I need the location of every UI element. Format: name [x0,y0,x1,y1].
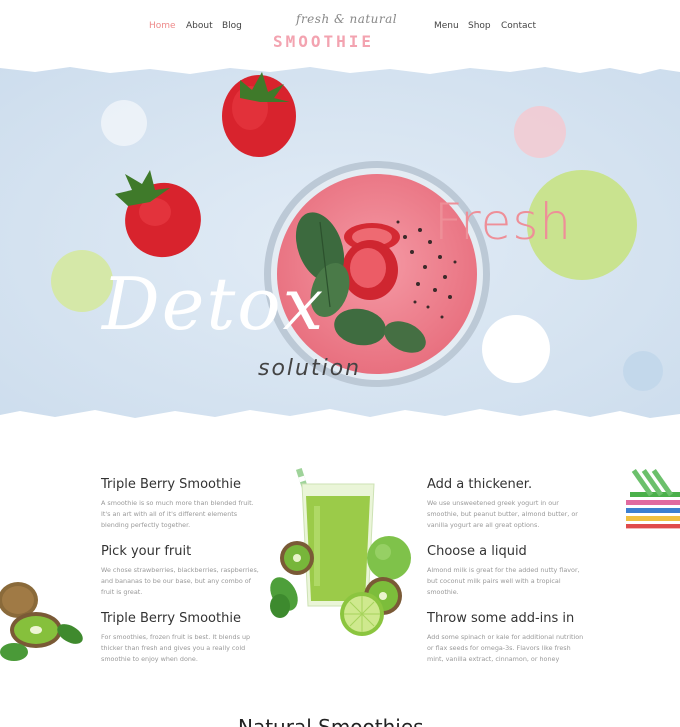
kiwi-decoration [0,582,83,661]
site-header: Home About Blog fresh & natural SMOOTHIE… [0,0,680,62]
nav-blog[interactable]: Blog [222,21,242,31]
nav-shop[interactable]: Shop [468,21,491,31]
nav-home[interactable]: Home [149,21,176,31]
logo-tagline: fresh & natural [296,12,398,26]
right-info-column: Add a thickener. We use unsweetened gree… [427,477,587,678]
right-item-title: Add a thickener. [427,477,533,492]
right-item-text: Add some spinach or kale for additional … [427,633,584,663]
left-item-title: Triple Berry Smoothie [101,477,241,492]
left-item-text: A smoothie is so much more than blended … [101,499,254,529]
right-item-text: We use unsweetened greek yogurt in our s… [427,499,578,529]
green-smoothie-image [270,468,411,636]
nav-about[interactable]: About [186,21,213,31]
straws-decoration [626,468,680,530]
nav-contact[interactable]: Contact [501,21,536,31]
logo-wordmark[interactable]: SMOOTHIE [273,32,374,51]
section-title: Natural Smoothies [238,715,424,727]
left-item-text: We chose strawberries, blackberries, ras… [101,566,259,596]
hero-banner: Fresh Detox solution [0,62,680,428]
left-info-column: Triple Berry Smoothie A smoothie is so m… [101,477,261,678]
left-item-title: Pick your fruit [101,544,192,559]
nav-menu[interactable]: Menu [434,21,459,31]
right-item-title: Throw some add-ins in [427,611,575,626]
left-item-title: Triple Berry Smoothie [101,611,241,626]
right-item-text: Almond milk is great for the added nutty… [427,566,580,596]
hero-illustration [0,62,680,428]
left-item-text: For smoothies, frozen fruit is best. It … [101,633,251,663]
right-item-title: Choose a liquid [427,544,527,559]
